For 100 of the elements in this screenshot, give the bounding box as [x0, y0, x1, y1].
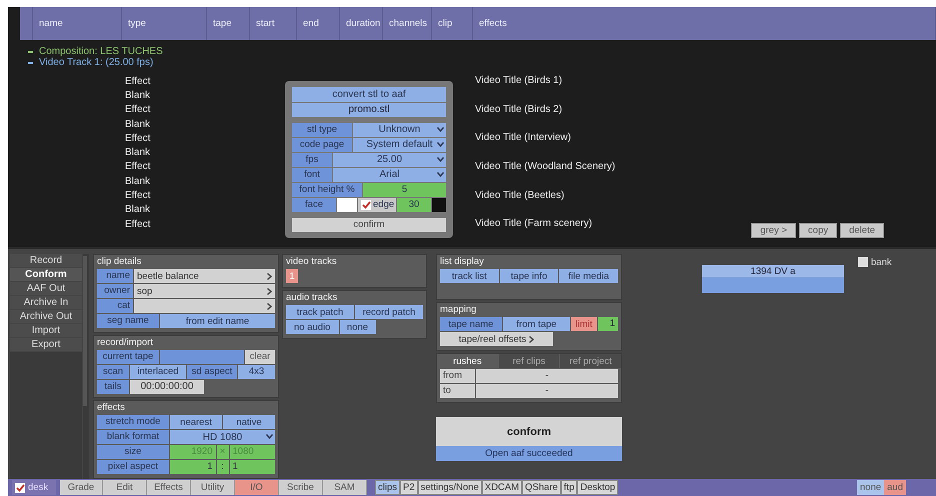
dropdown[interactable]: 25.00: [333, 152, 446, 166]
dropdown[interactable]: Unknown: [353, 122, 446, 136]
option-button[interactable]: nearest: [170, 415, 222, 430]
input-field[interactable]: 30: [397, 198, 431, 212]
scan-button[interactable]: interlaced: [130, 364, 186, 379]
dropdown[interactable]: HD 1080: [170, 430, 275, 444]
page-tab[interactable]: clips: [375, 480, 400, 495]
patch-button[interactable]: record patch: [355, 305, 423, 319]
column-header[interactable]: end: [297, 7, 340, 40]
separator-text: ×: [220, 445, 226, 460]
input-field[interactable]: 1: [230, 460, 275, 474]
column-header[interactable]: clip: [432, 7, 473, 40]
page-tab[interactable]: Desktop: [577, 480, 618, 495]
action-button[interactable]: delete: [840, 223, 884, 238]
mode-tab[interactable]: Scribe: [279, 480, 323, 495]
tape-name-button[interactable]: tape name: [440, 317, 502, 331]
field-label: code page: [292, 138, 352, 152]
timecode-field[interactable]: 00:00:00:00: [130, 380, 204, 394]
text-field[interactable]: [160, 350, 244, 364]
panel-title: audio tracks: [286, 292, 338, 304]
column-header[interactable]: duration: [340, 7, 383, 40]
column-header[interactable]: type: [122, 7, 207, 40]
display-button[interactable]: track list: [440, 269, 499, 283]
page-tab[interactable]: settings/None: [418, 480, 482, 495]
audio-button[interactable]: no audio: [286, 320, 338, 334]
table-cell-text: Effect: [124, 218, 150, 230]
field-label: pixel aspect: [97, 460, 169, 474]
toggle-button[interactable]: aud: [884, 480, 906, 495]
mode-tab[interactable]: Utility: [191, 480, 235, 495]
desk-toggle[interactable]: desk: [12, 480, 56, 495]
field-label: tails: [97, 380, 129, 394]
text-field[interactable]: beetle balance: [134, 269, 275, 283]
nav-item[interactable]: Import: [10, 324, 82, 338]
segment-name-button[interactable]: from edit name: [160, 314, 275, 328]
input-field[interactable]: 1: [598, 317, 618, 331]
nav-item[interactable]: Export: [10, 338, 82, 352]
convert-button[interactable]: convert stl to aaf: [292, 87, 446, 102]
conform-button[interactable]: conform: [436, 417, 622, 446]
nav-item[interactable]: Archive In: [10, 296, 82, 310]
dropdown[interactable]: Arial: [333, 168, 446, 182]
mode-tab[interactable]: I/O: [235, 480, 279, 495]
color-swatch[interactable]: [337, 198, 357, 212]
nav-item[interactable]: Archive Out: [10, 310, 82, 324]
color-swatch[interactable]: [432, 198, 446, 212]
option-button[interactable]: native: [223, 415, 275, 430]
page-tab[interactable]: QShare: [522, 480, 561, 495]
offsets-button[interactable]: tape/reel offsets: [440, 332, 553, 346]
action-button[interactable]: grey >: [751, 223, 796, 238]
display-button[interactable]: tape info: [500, 269, 558, 283]
text-field[interactable]: [134, 299, 275, 313]
input-field[interactable]: 5: [363, 182, 446, 196]
page-tab[interactable]: ftp: [560, 480, 578, 495]
panel-title: clip details: [97, 256, 142, 268]
limit-button[interactable]: limit: [571, 317, 597, 331]
confirm-button[interactable]: confirm: [292, 218, 446, 232]
column-header[interactable]: channels: [383, 7, 432, 40]
column-header[interactable]: tape: [207, 7, 250, 40]
checkbox[interactable]: [361, 200, 371, 210]
mode-tab[interactable]: SAM: [323, 480, 367, 495]
mode-tab[interactable]: Effects: [147, 480, 191, 495]
tab[interactable]: ref project: [560, 354, 622, 368]
field-value: beetle balance: [137, 270, 199, 282]
dropdown[interactable]: System default: [353, 138, 446, 152]
edge-label: edge: [373, 198, 394, 212]
column-header[interactable]: name: [33, 7, 122, 40]
chevron-right-icon: [267, 272, 272, 280]
field-label: size: [97, 445, 169, 460]
edge-toggle[interactable]: edge: [358, 198, 396, 212]
table-cell-text: Blank: [124, 147, 150, 158]
mode-tab[interactable]: Edit: [103, 480, 147, 495]
checkbox[interactable]: [858, 257, 868, 267]
action-button[interactable]: copy: [799, 223, 838, 238]
chevron-right-icon: [267, 288, 272, 294]
panel-title: effects: [97, 402, 126, 414]
patch-button[interactable]: track patch: [286, 305, 354, 319]
checkbox[interactable]: [15, 482, 25, 492]
field-label: fps: [292, 152, 332, 166]
field-label: to: [440, 384, 475, 398]
text-field[interactable]: sop: [134, 284, 275, 298]
page-tab[interactable]: XDCAM: [482, 480, 522, 495]
input-field[interactable]: 1: [170, 460, 216, 474]
mode-tab[interactable]: Grade: [60, 480, 103, 495]
field-label: face: [292, 198, 336, 212]
column-header[interactable]: effects: [473, 7, 936, 40]
display-button[interactable]: file media: [559, 269, 618, 283]
nav-item[interactable]: AAF Out: [10, 282, 82, 296]
clear-button[interactable]: clear: [245, 350, 275, 364]
tab[interactable]: ref clips: [498, 354, 560, 368]
nav-item[interactable]: Record: [10, 254, 82, 268]
column-header[interactable]: start: [250, 7, 297, 40]
table-cell-text: Video Title (Farm scenery): [474, 217, 592, 232]
device-item[interactable]: 1394 DV a: [702, 265, 844, 278]
table-cell-text: Video Title (Woodland Scenery): [474, 160, 616, 174]
audio-button[interactable]: none: [340, 320, 376, 334]
page-tab[interactable]: P2: [400, 480, 418, 495]
source-button[interactable]: from tape: [503, 317, 570, 331]
table-cell-text: Video Title (Beetles): [474, 188, 564, 203]
toggle-button[interactable]: none: [857, 480, 884, 495]
aspect-button[interactable]: 4x3: [238, 364, 275, 379]
nav-item[interactable]: Conform: [10, 268, 82, 282]
